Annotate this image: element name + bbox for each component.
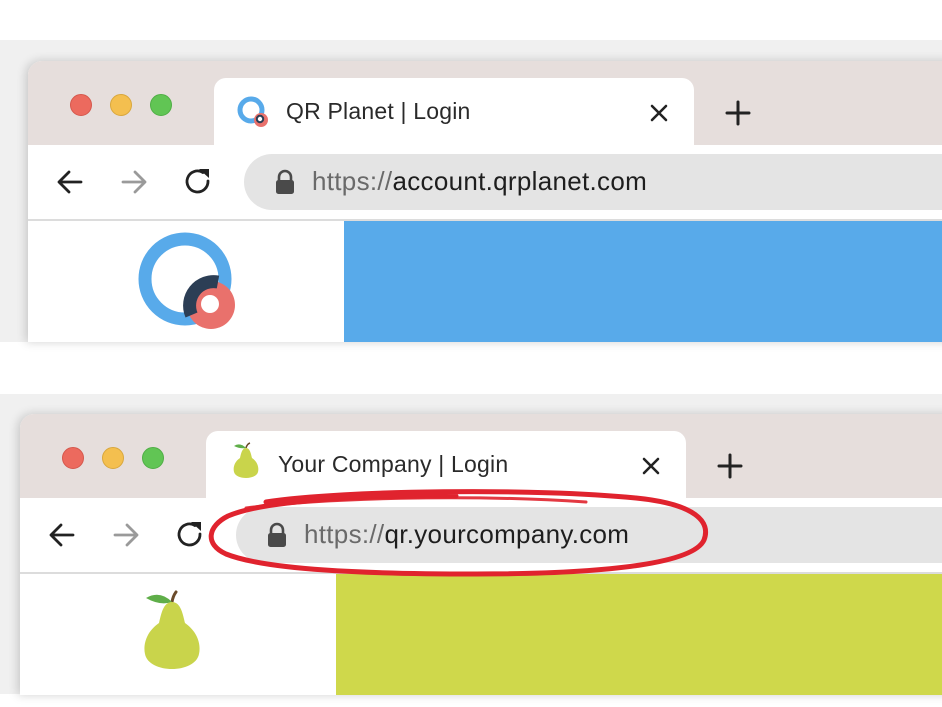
url-host: account.qrplanet.com	[392, 166, 648, 196]
tab-qr-planet-login[interactable]: QR Planet | Login	[214, 78, 694, 148]
close-tab-icon[interactable]	[648, 102, 670, 124]
address-bar-url: https://account.qrplanet.com	[312, 166, 647, 197]
minimize-window-button[interactable]	[102, 447, 124, 469]
tab-title: QR Planet | Login	[286, 98, 471, 124]
browser-window-yourcompany: Your Company | Login https://qr.yourcomp…	[20, 414, 942, 695]
page-content	[20, 574, 942, 695]
login-hero-panel	[336, 574, 942, 695]
url-scheme: https://	[312, 166, 393, 196]
navigation-toolbar: https://qr.yourcompany.com	[20, 498, 942, 574]
navigation-toolbar: https://account.qrplanet.com	[28, 145, 942, 221]
zoom-window-button[interactable]	[142, 447, 164, 469]
reload-icon[interactable]	[182, 166, 214, 198]
tab-your-company-login[interactable]: Your Company | Login	[206, 431, 686, 501]
address-bar[interactable]: https://account.qrplanet.com	[244, 154, 942, 210]
login-sidebar	[28, 221, 344, 342]
title-bar: QR Planet | Login	[28, 61, 942, 148]
back-arrow-icon[interactable]	[54, 166, 86, 198]
address-bar[interactable]: https://qr.yourcompany.com	[236, 507, 942, 563]
new-tab-plus-icon[interactable]	[716, 452, 744, 480]
close-tab-icon[interactable]	[640, 455, 662, 477]
qr-planet-logo-icon	[237, 96, 268, 127]
close-window-button[interactable]	[62, 447, 84, 469]
forward-arrow-icon[interactable]	[110, 519, 142, 551]
address-bar-url: https://qr.yourcompany.com	[304, 519, 629, 550]
page-content	[28, 221, 942, 342]
lock-icon	[276, 169, 294, 194]
url-scheme: https://	[304, 519, 385, 549]
title-bar: Your Company | Login	[20, 414, 942, 501]
lock-icon	[268, 522, 286, 547]
forward-arrow-icon[interactable]	[118, 166, 150, 198]
minimize-window-button[interactable]	[110, 94, 132, 116]
browser-window-qrplanet: QR Planet | Login https://account.qrplan…	[28, 61, 942, 342]
pear-icon	[144, 590, 200, 669]
pear-icon	[233, 442, 259, 478]
zoom-window-button[interactable]	[150, 94, 172, 116]
login-sidebar	[20, 574, 336, 695]
url-host: qr.yourcompany.com	[384, 519, 630, 549]
login-hero-panel	[344, 221, 942, 342]
close-window-button[interactable]	[70, 94, 92, 116]
qr-planet-logo-icon	[138, 232, 235, 329]
tab-title: Your Company | Login	[278, 451, 509, 477]
back-arrow-icon[interactable]	[46, 519, 78, 551]
new-tab-plus-icon[interactable]	[724, 99, 752, 127]
reload-icon[interactable]	[174, 519, 206, 551]
